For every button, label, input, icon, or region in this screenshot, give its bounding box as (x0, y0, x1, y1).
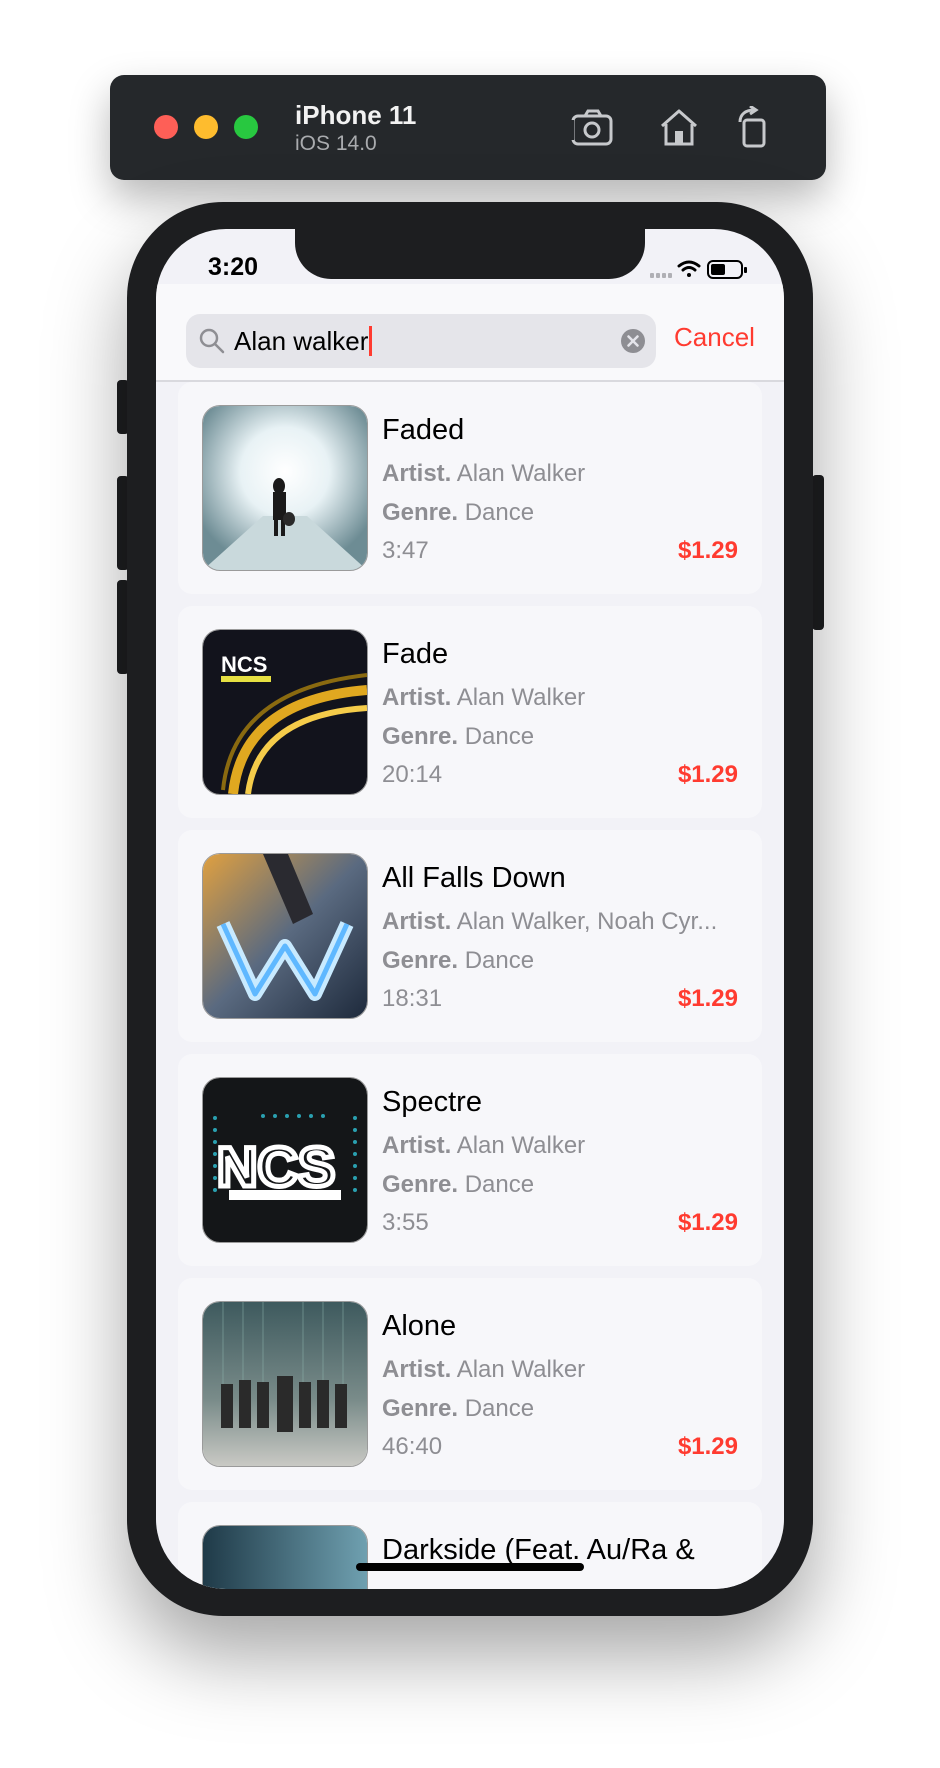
status-time: 3:20 (208, 253, 259, 281)
song-duration: 3:55 (382, 1209, 429, 1236)
song-artist: Artist. Alan Walker, Noah Cyr... (382, 908, 718, 935)
album-art (202, 1301, 368, 1467)
home-indicator[interactable] (356, 1563, 584, 1571)
list-item[interactable]: All Falls Down Artist. Alan Walker, Noah… (178, 830, 762, 1042)
song-artist: Artist. Alan Walker (382, 684, 586, 711)
search-icon (199, 328, 225, 354)
os-version: iOS 14.0 (295, 132, 377, 155)
close-window-button[interactable] (154, 115, 178, 139)
song-artist: Artist. Alan Walker (382, 1132, 586, 1159)
clear-icon[interactable] (620, 328, 646, 354)
song-duration: 3:47 (382, 537, 429, 564)
song-genre: Genre. Dance (382, 947, 535, 974)
power-button (812, 475, 824, 630)
song-duration: 46:40 (382, 1433, 443, 1460)
song-title: All Falls Down (382, 862, 566, 894)
search-header: Alan walker Cancel (156, 284, 784, 382)
device-name: iPhone 11 (295, 100, 417, 130)
album-art: NCS (202, 1077, 368, 1243)
battery-icon (707, 260, 747, 279)
wifi-icon (677, 260, 701, 277)
status-icons (650, 260, 747, 279)
list-item[interactable]: Faded Artist. Alan Walker Genre. Dance 3… (178, 382, 762, 594)
song-genre: Genre. Dance (382, 723, 535, 750)
song-title: Alone (382, 1310, 457, 1342)
song-genre: Genre. Dance (382, 1171, 535, 1198)
song-price[interactable]: $1.29 (678, 761, 738, 789)
svg-text:NCS: NCS (217, 1135, 335, 1198)
list-item[interactable]: NCS Spectre Artist. Alan Walker Genre. D… (178, 1054, 762, 1266)
home-icon[interactable] (656, 106, 702, 148)
text-caret (369, 326, 373, 356)
svg-text:NCS: NCS (221, 652, 267, 677)
song-genre: Genre. Dance (382, 1395, 535, 1422)
song-duration: 20:14 (382, 761, 443, 788)
rotate-icon[interactable] (732, 106, 778, 148)
minimize-window-button[interactable] (194, 115, 218, 139)
zoom-window-button[interactable] (234, 115, 258, 139)
notch (295, 229, 645, 279)
song-title: Spectre (382, 1086, 482, 1118)
phone-screen: Alan walker Cancel 3:20 Faded Artist. Al… (156, 229, 784, 1589)
search-input[interactable]: Alan walker (186, 314, 656, 368)
song-price[interactable]: $1.29 (678, 985, 738, 1013)
list-item[interactable]: Alone Artist. Alan Walker Genre. Dance 4… (178, 1278, 762, 1490)
album-art (202, 1525, 368, 1589)
song-artist: Artist. Alan Walker (382, 1356, 586, 1383)
cancel-button[interactable]: Cancel (674, 322, 755, 353)
album-art: NCS (202, 629, 368, 795)
album-art (202, 853, 368, 1019)
list-item[interactable]: NCS Fade Artist. Alan Walker Genre. Danc… (178, 606, 762, 818)
song-price[interactable]: $1.29 (678, 537, 738, 565)
song-genre: Genre. Dance (382, 499, 535, 526)
search-query[interactable]: Alan walker (234, 326, 373, 357)
song-artist: Artist. Alan Walker (382, 460, 586, 487)
cellular-signal-icon (650, 273, 672, 278)
song-price[interactable]: $1.29 (678, 1209, 738, 1237)
song-price[interactable]: $1.29 (678, 1433, 738, 1461)
song-title: Faded (382, 414, 465, 446)
album-art (202, 405, 368, 571)
list-item[interactable]: Darkside (Feat. Au/Ra & (178, 1502, 762, 1589)
song-title: Fade (382, 638, 449, 670)
screenshot-icon[interactable] (570, 106, 616, 148)
song-duration: 18:31 (382, 985, 443, 1012)
